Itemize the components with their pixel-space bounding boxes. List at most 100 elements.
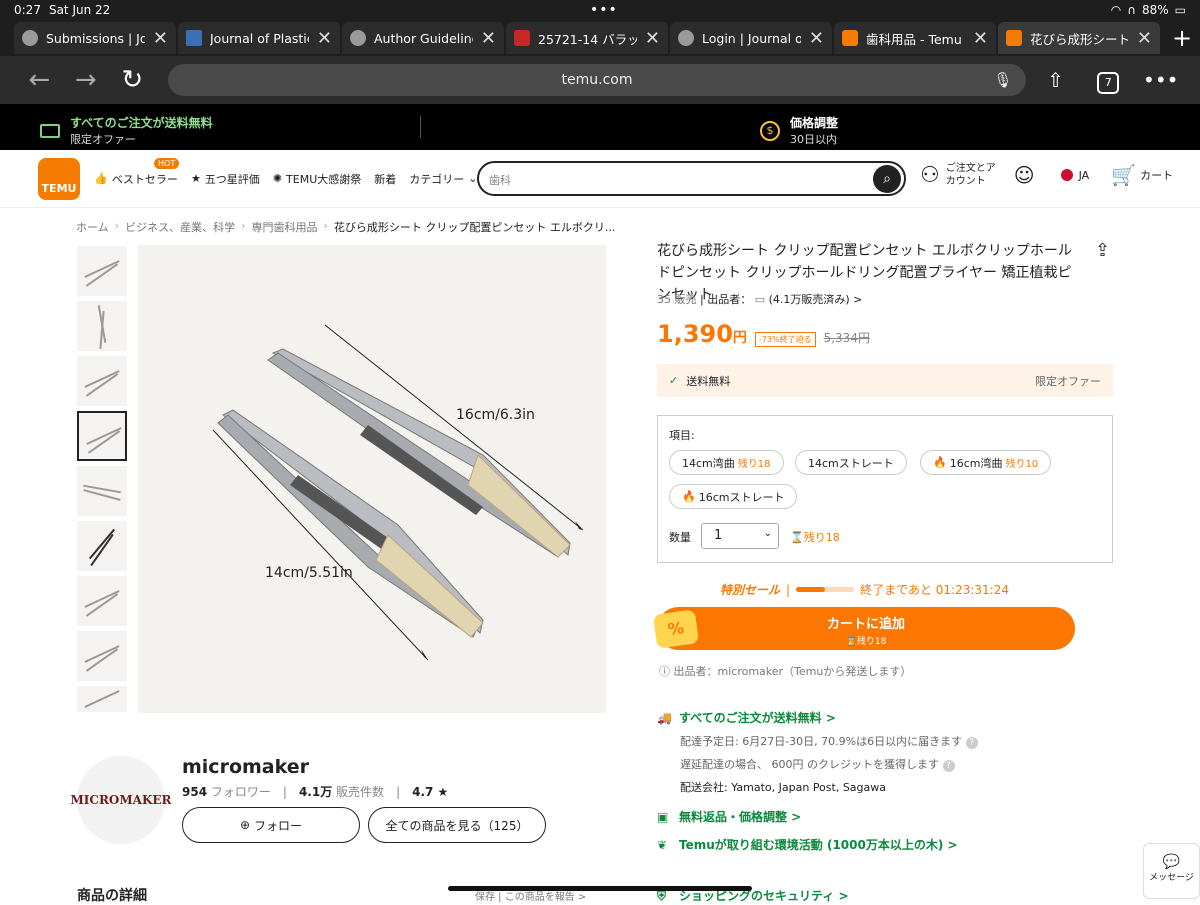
search-icon[interactable]: ⌕ <box>873 165 901 193</box>
help-icon[interactable]: ? <box>942 760 955 772</box>
delivery-estimate: 配達予定日: 6月27日-30日, 70.9%は6日以内に届きます ? <box>680 733 978 749</box>
thumbnail-selected[interactable] <box>77 411 127 461</box>
all-products-button[interactable]: 全ての商品を見る（125） <box>368 807 546 843</box>
home-indicator[interactable] <box>448 886 752 891</box>
option-stock: 残り10 <box>1005 459 1039 470</box>
url-field[interactable]: temu.com 🎙 <box>167 64 1027 96</box>
language-selector[interactable]: JA <box>1060 168 1090 182</box>
browser-tab-active[interactable]: 花びら成形シート ク ✕ <box>998 22 1160 54</box>
followers-count: 954 <box>182 785 208 799</box>
messages-button[interactable]: 💬 メッセージ <box>1143 843 1200 899</box>
quantity-select[interactable]: 1 ⌄ <box>701 523 779 549</box>
add-to-cart-button[interactable]: % カートに追加 ⌛残り18 <box>652 607 1075 650</box>
browser-tab[interactable]: 歯科用品 - Temu ✕ <box>834 22 996 54</box>
share-icon[interactable]: ⇧ <box>1032 68 1079 92</box>
close-icon[interactable]: ✕ <box>809 28 824 49</box>
option-label: 14cmストレート <box>808 456 894 470</box>
close-icon[interactable]: ✕ <box>1137 28 1152 49</box>
close-icon[interactable]: ✕ <box>481 28 496 49</box>
thumbnail[interactable] <box>77 686 127 712</box>
new-tab-icon[interactable]: + <box>1172 24 1192 52</box>
festival-icon: ✺ <box>272 172 283 185</box>
multitask-dots-icon[interactable]: ••• <box>590 2 618 18</box>
store-logo[interactable]: MICROMAKER <box>71 756 172 844</box>
thumbnail[interactable] <box>77 631 127 681</box>
breadcrumb-item[interactable]: ホーム <box>76 219 109 235</box>
nav-festival[interactable]: ✺ TEMU大感謝祭 <box>273 171 361 187</box>
option-label: 16cmストレート <box>698 490 785 504</box>
price-adjust-promo[interactable]: $ 価格調整 30日以内 <box>760 114 838 147</box>
free-returns-link[interactable]: ▣ 無料返品・価格調整 > <box>657 808 801 825</box>
option-label: 16cm湾曲 <box>949 456 1003 470</box>
coin-icon: $ <box>760 120 780 141</box>
more-icon[interactable]: ••• <box>1137 68 1184 92</box>
breadcrumb-item[interactable]: 専門歯科用品 <box>251 219 317 235</box>
back-arrow-icon[interactable]: ← <box>16 65 63 95</box>
browser-tab[interactable]: 25721-14 バラック ✕ <box>506 22 668 54</box>
tab-overview-button[interactable]: 7 <box>1085 67 1132 94</box>
cart-remaining: 残り18 <box>856 637 887 647</box>
thumbnail[interactable] <box>77 246 127 296</box>
option-stock: 残り18 <box>737 459 771 470</box>
store-stats: 954 フォロワー | 4.1万 販売件数 | 4.7 ★ <box>182 783 448 800</box>
size-label-14: 14cm/5.51in <box>265 565 353 581</box>
breadcrumb: ホーム › ビジネス、産業、科学 › 専門歯科用品 › 花びら成形シート クリップ配置… <box>76 219 615 235</box>
eco-link[interactable]: ❦ Temuが取り組む環境活動 (1000万本以上の木) > <box>657 836 958 853</box>
account-menu[interactable]: ⚇ ご注文とアカウント <box>920 162 1002 188</box>
browser-tab[interactable]: Journal of Plastic ✕ <box>178 22 340 54</box>
thumbs-up-icon: 👍 <box>94 172 108 185</box>
nav-five-star[interactable]: ★ 五つ星評価 <box>191 171 260 187</box>
store-rating: 4.7 ★ <box>412 784 449 799</box>
divider <box>420 116 421 138</box>
thumbnail[interactable] <box>77 466 127 516</box>
lang-label: JA <box>1078 168 1090 182</box>
close-icon[interactable]: ✕ <box>317 28 332 49</box>
url-text: temu.com <box>561 72 633 88</box>
thumbnail[interactable] <box>77 356 127 406</box>
truck-icon <box>40 123 60 138</box>
thumbnail[interactable] <box>77 301 127 351</box>
product-image[interactable]: 16cm/6.3in 14cm/5.51in <box>138 245 606 713</box>
breadcrumb-item[interactable]: ビジネス、産業、科学 <box>125 219 235 235</box>
store-name[interactable]: micromaker <box>182 756 309 778</box>
browser-tab[interactable]: Login | Journal of ✕ <box>670 22 832 54</box>
thumbnail[interactable] <box>77 521 127 571</box>
microphone-icon[interactable]: 🎙 <box>993 71 1012 89</box>
close-icon[interactable]: ✕ <box>153 28 168 49</box>
close-icon[interactable]: ✕ <box>645 28 660 49</box>
truck-icon: 🚚 <box>657 711 672 725</box>
seller-note-text: 出品者：micromaker（Temuから発送します） <box>673 665 912 678</box>
returns-icon: ▣ <box>657 810 669 824</box>
thumbnail[interactable] <box>77 576 127 626</box>
seller-sales-link[interactable]: (4.1万販売済み) > <box>769 293 863 306</box>
nav-category[interactable]: カテゴリー ⌄ <box>409 171 477 187</box>
chevron-right-icon: › <box>114 219 120 232</box>
search-input[interactable]: 歯科 ⌕ <box>477 161 906 196</box>
temu-logo[interactable]: TEMU <box>38 157 80 200</box>
option-chip[interactable]: 🔥 16cm湾曲 残り10 <box>920 450 1052 475</box>
button-label: フォロー <box>254 818 303 833</box>
free-shipping-promo[interactable]: すべてのご注文が送料無料 限定オファー <box>40 114 213 147</box>
follow-button[interactable]: ⊕ フォロー <box>182 807 360 843</box>
option-chip[interactable]: 🔥 16cmストレート <box>669 484 798 509</box>
sold-label: 販売件数 <box>336 785 385 799</box>
share-icon[interactable]: ⇪ <box>1095 240 1110 261</box>
free-shipping-link[interactable]: 🚚 すべてのご注文が送料無料 > <box>657 709 836 726</box>
promo-banner: すべてのご注文が送料無料 限定オファー $ 価格調整 30日以内 <box>0 104 1200 150</box>
flash-sale-row: 特別セール | 終了まであと 01:23:31:24 <box>720 581 1009 598</box>
sale-progress-bar <box>796 587 855 592</box>
browser-tab[interactable]: Author Guidelines ✕ <box>342 22 504 54</box>
forward-arrow-icon[interactable]: → <box>63 65 110 95</box>
tab-title: 花びら成形シート ク <box>1030 31 1129 47</box>
link-label: Temuが取り組む環境活動 (1000万本以上の木) > <box>679 838 958 852</box>
close-icon[interactable]: ✕ <box>973 28 988 49</box>
reload-icon[interactable]: ↻ <box>109 65 156 95</box>
chat-icon[interactable]: ☺ <box>1014 163 1035 187</box>
cart-link[interactable]: 🛒 カート <box>1111 163 1173 187</box>
nav-new[interactable]: 新着 <box>374 171 396 187</box>
nav-bestseller[interactable]: 👍 ベストセラー <box>94 171 178 187</box>
option-chip[interactable]: 14cm湾曲 残り18 <box>669 450 784 475</box>
help-icon[interactable]: ? <box>965 737 978 749</box>
browser-tab[interactable]: Submissions | Jou ✕ <box>14 22 176 54</box>
option-chip[interactable]: 14cmストレート <box>795 450 907 475</box>
